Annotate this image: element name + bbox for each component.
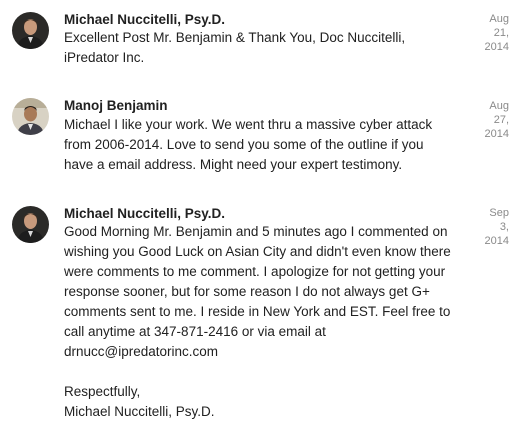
date-year: 2014 bbox=[484, 41, 509, 53]
comment-date: Aug 21, 2014 bbox=[477, 12, 509, 54]
date-day: 27, bbox=[493, 114, 509, 126]
date-day: 21, bbox=[493, 27, 509, 39]
user-avatar-michael-icon[interactable] bbox=[12, 12, 49, 49]
date-year: 2014 bbox=[484, 235, 509, 247]
user-avatar-manoj-icon[interactable] bbox=[12, 98, 49, 135]
comment-author[interactable]: Michael Nuccitelli, Psy.D. bbox=[64, 11, 225, 29]
date-month: Aug bbox=[489, 13, 509, 25]
comment-author[interactable]: Michael Nuccitelli, Psy.D. bbox=[64, 205, 225, 223]
date-month: Aug bbox=[489, 100, 509, 112]
comment-text: Good Morning Mr. Benjamin and 5 minutes … bbox=[64, 224, 451, 419]
comment-item: Manoj Benjamin Michael I like your work.… bbox=[0, 87, 519, 197]
comment-item: Michael Nuccitelli, Psy.D. Good Morning … bbox=[0, 195, 519, 431]
comment-date: Aug 27, 2014 bbox=[477, 99, 509, 141]
comment-text: Excellent Post Mr. Benjamin & Thank You,… bbox=[64, 30, 406, 65]
date-day: 3, bbox=[499, 221, 509, 233]
comment-item: Michael Nuccitelli, Psy.D. Excellent Pos… bbox=[0, 0, 519, 90]
date-year: 2014 bbox=[484, 128, 509, 140]
user-avatar-michael-icon[interactable] bbox=[12, 206, 49, 243]
comment-text: Michael I like your work. We went thru a… bbox=[64, 117, 433, 172]
comment-author[interactable]: Manoj Benjamin bbox=[64, 97, 168, 115]
date-month: Sep bbox=[489, 207, 509, 219]
comment-date: Sep 3, 2014 bbox=[477, 206, 509, 248]
